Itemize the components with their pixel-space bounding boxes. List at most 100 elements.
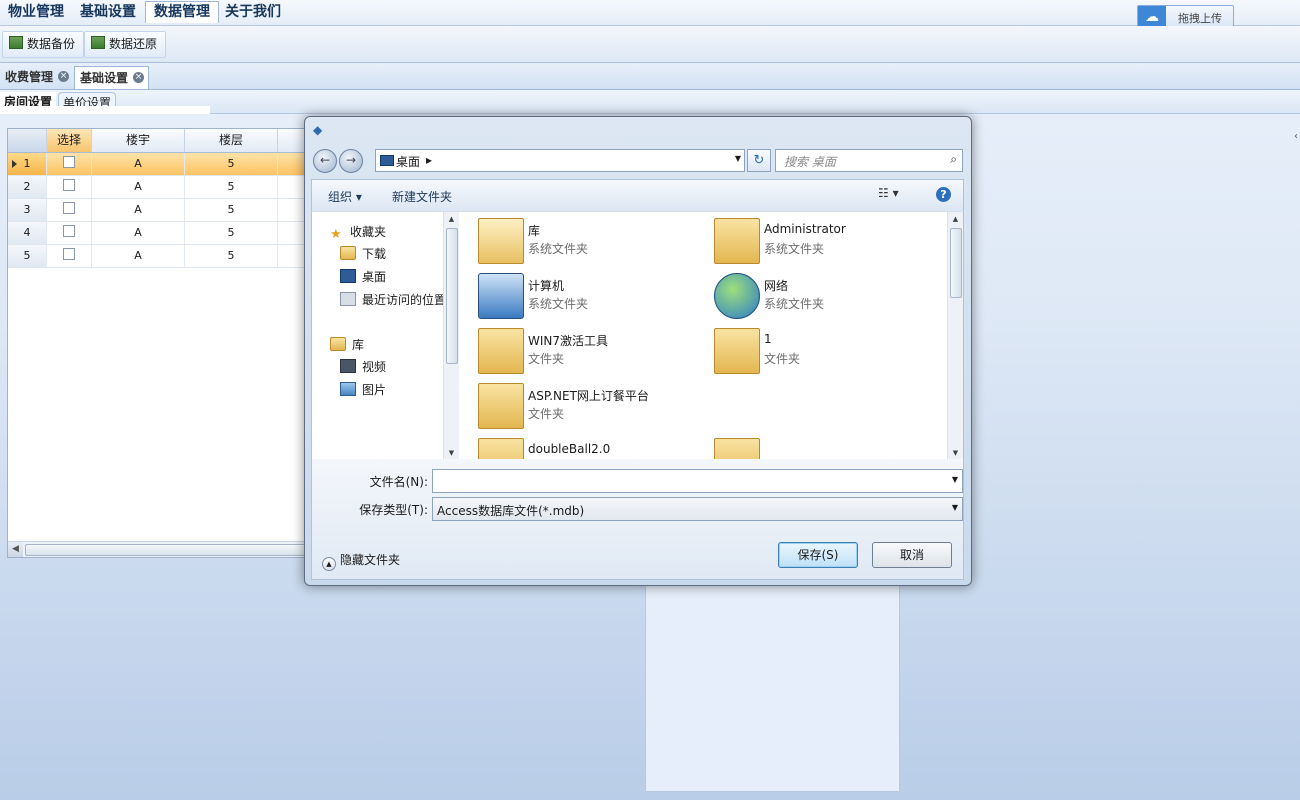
files-scrollbar[interactable]: ▲ ▼ xyxy=(947,212,963,460)
cancel-button[interactable]: 取消 xyxy=(872,542,952,568)
file-item[interactable]: 计算机 系统文件夹 xyxy=(478,269,708,321)
folder-icon xyxy=(714,328,760,374)
address-bar[interactable]: 桌面 ▸ ▼ xyxy=(375,149,745,172)
back-icon[interactable]: ← xyxy=(313,149,337,173)
filename-input[interactable]: ▼ xyxy=(432,469,963,493)
row-checkbox-cell[interactable] xyxy=(47,245,92,267)
floor-cell[interactable]: 5 xyxy=(185,153,278,175)
horizontal-scrollbar[interactable]: ◀ xyxy=(8,541,307,557)
filetype-select[interactable]: Access数据库文件(*.mdb) ▼ xyxy=(432,497,963,521)
table-row[interactable]: 1 A 5 xyxy=(8,153,306,176)
file-item[interactable]: doubleBall2.0 xyxy=(478,434,708,460)
video-icon xyxy=(340,359,356,373)
menu-data-management[interactable]: 数据管理 xyxy=(145,1,219,23)
nav-scrollbar[interactable]: ▲ ▼ xyxy=(443,212,459,460)
table-row[interactable]: 2 A 5 xyxy=(8,176,306,199)
col-header-floor[interactable]: 楼层 xyxy=(185,129,278,152)
file-item[interactable]: ASP.NET网上订餐平台 文件夹 xyxy=(478,379,708,431)
menu-property[interactable]: 物业管理 xyxy=(0,2,72,23)
new-folder-button[interactable]: 新建文件夹 xyxy=(392,188,452,205)
search-placeholder: 搜索 桌面 xyxy=(784,155,836,169)
current-row-arrow-icon xyxy=(12,160,17,168)
row-number: 1 xyxy=(23,157,31,170)
file-item[interactable]: Administrator 系统文件夹 xyxy=(714,214,944,266)
file-type: 文件夹 xyxy=(764,352,801,366)
building-cell[interactable]: A xyxy=(92,199,185,221)
table-row[interactable]: 3 A 5 xyxy=(8,199,306,222)
chevron-down-icon[interactable]: ▼ xyxy=(952,503,958,512)
row-header[interactable]: 1 xyxy=(8,153,47,175)
checkbox[interactable] xyxy=(63,225,75,237)
nav-videos[interactable]: 视频 xyxy=(340,357,386,377)
help-icon[interactable]: ? xyxy=(936,187,951,202)
nav-pictures[interactable]: 图片 xyxy=(340,380,386,400)
scroll-down-icon[interactable]: ▼ xyxy=(444,446,459,460)
refresh-icon[interactable]: ↻ xyxy=(747,149,771,172)
organize-button[interactable]: 组织 ▾ xyxy=(328,188,362,205)
file-item[interactable]: 1 文件夹 xyxy=(714,324,944,376)
hide-folders-toggle[interactable]: ▲ 隐藏文件夹 xyxy=(322,551,400,571)
chevron-left-icon[interactable]: ‹ xyxy=(1294,131,1298,142)
search-icon[interactable]: ⌕ xyxy=(950,152,957,167)
row-checkbox-cell[interactable] xyxy=(47,176,92,198)
folder-icon xyxy=(478,328,524,374)
scroll-thumb[interactable] xyxy=(25,544,307,556)
tab-basic-settings[interactable]: 基础设置 × xyxy=(74,66,150,89)
row-header[interactable]: 4 xyxy=(8,222,47,244)
row-header[interactable]: 2 xyxy=(8,176,47,198)
scroll-thumb[interactable] xyxy=(950,228,962,298)
search-input[interactable]: 搜索 桌面 ⌕ xyxy=(775,149,963,172)
scroll-thumb[interactable] xyxy=(446,228,458,364)
building-cell[interactable]: A xyxy=(92,176,185,198)
view-options-icon[interactable]: ☷ ▾ xyxy=(878,186,899,200)
forward-icon[interactable]: → xyxy=(339,149,363,173)
file-item[interactable]: 库 系统文件夹 xyxy=(478,214,708,266)
col-header-select[interactable]: 选择 xyxy=(47,129,92,152)
close-icon[interactable]: × xyxy=(58,71,70,82)
floor-cell[interactable]: 5 xyxy=(185,222,278,244)
scroll-left-icon[interactable]: ◀ xyxy=(8,542,23,557)
building-cell[interactable]: A xyxy=(92,153,185,175)
select-all-corner[interactable] xyxy=(8,129,47,152)
scroll-down-icon[interactable]: ▼ xyxy=(948,446,963,460)
row-checkbox-cell[interactable] xyxy=(47,222,92,244)
row-checkbox-cell[interactable] xyxy=(47,199,92,221)
chevron-down-icon[interactable]: ▼ xyxy=(952,475,958,484)
checkbox[interactable] xyxy=(63,202,75,214)
file-item[interactable]: WIN7激活工具 文件夹 xyxy=(478,324,708,376)
building-cell[interactable]: A xyxy=(92,222,185,244)
nav-recent[interactable]: 最近访问的位置 xyxy=(340,290,446,310)
folder-icon xyxy=(478,383,524,429)
file-item[interactable]: 网络 系统文件夹 xyxy=(714,269,944,321)
floor-cell[interactable]: 5 xyxy=(185,176,278,198)
col-header-building[interactable]: 楼宇 xyxy=(92,129,185,152)
checkbox[interactable] xyxy=(63,179,75,191)
nav-favorites[interactable]: ★ 收藏夹 xyxy=(330,222,386,242)
close-icon[interactable]: × xyxy=(133,72,145,83)
file-item[interactable] xyxy=(714,434,774,460)
floor-cell[interactable]: 5 xyxy=(185,199,278,221)
row-header[interactable]: 5 xyxy=(8,245,47,267)
floor-cell[interactable]: 5 xyxy=(185,245,278,267)
checkbox[interactable] xyxy=(63,156,75,168)
row-checkbox-cell[interactable] xyxy=(47,153,92,175)
menu-about[interactable]: 关于我们 xyxy=(217,2,289,23)
nav-downloads[interactable]: 下载 xyxy=(340,244,386,264)
table-row[interactable]: 4 A 5 xyxy=(8,222,306,245)
breadcrumb-arrow-icon[interactable]: ▸ xyxy=(426,153,432,167)
checkbox[interactable] xyxy=(63,248,75,260)
table-row[interactable]: 5 A 5 xyxy=(8,245,306,268)
save-button[interactable]: 保存(S) xyxy=(778,542,858,568)
scroll-up-icon[interactable]: ▲ xyxy=(948,212,963,226)
row-header[interactable]: 3 xyxy=(8,199,47,221)
restore-button[interactable]: 数据还原 xyxy=(84,31,167,58)
chevron-down-icon[interactable]: ▼ xyxy=(735,154,741,163)
nav-libraries[interactable]: 库 xyxy=(330,335,364,355)
scroll-up-icon[interactable]: ▲ xyxy=(444,212,459,226)
building-cell[interactable]: A xyxy=(92,245,185,267)
tab-fee-management[interactable]: 收费管理 × xyxy=(0,66,73,88)
nav-desktop[interactable]: 桌面 xyxy=(340,267,386,287)
menu-basic-settings[interactable]: 基础设置 xyxy=(72,2,144,23)
address-path[interactable]: 桌面 xyxy=(396,153,420,170)
backup-button[interactable]: 数据备份 xyxy=(2,31,85,58)
